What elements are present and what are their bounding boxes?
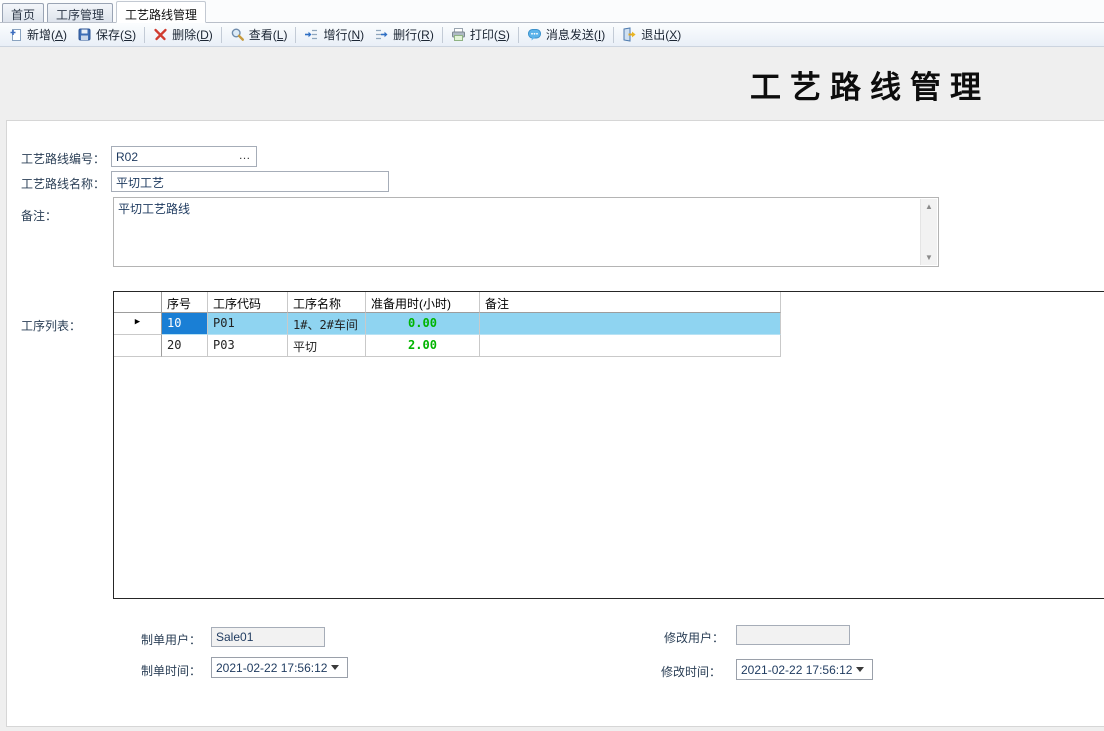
current-row-arrow-icon: ▶ xyxy=(114,313,162,335)
dropdown-arrow-icon[interactable] xyxy=(331,665,339,670)
cell-name[interactable]: 1#、2#车间 xyxy=(288,313,366,335)
modified-at-picker[interactable]: 2021-02-22 17:56:12 xyxy=(736,659,873,680)
toolbar-separator xyxy=(221,27,222,43)
remark-value: 平切工艺路线 xyxy=(118,200,916,217)
toolbar-separator xyxy=(295,27,296,43)
route-no-lookup-button[interactable]: … xyxy=(234,150,256,164)
created-at-value: 2021-02-22 17:56:12 xyxy=(212,661,329,675)
delete-x-icon xyxy=(153,27,168,42)
cell-seq[interactable]: 10 xyxy=(162,313,208,335)
exit-door-icon xyxy=(622,27,637,42)
print-button[interactable]: 打印(S) xyxy=(446,24,515,45)
delete-button[interactable]: 删除(D) xyxy=(148,24,218,45)
route-no-label: 工艺路线编号： xyxy=(21,150,105,167)
cell-code[interactable]: P03 xyxy=(208,335,288,357)
tab-process-management[interactable]: 工序管理 xyxy=(47,3,113,22)
new-document-icon xyxy=(8,27,23,42)
process-list-label: 工序列表： xyxy=(21,317,81,334)
save-button-label: 保存(S) xyxy=(96,26,136,43)
view-button[interactable]: 查看(L) xyxy=(225,24,293,45)
cell-remark[interactable] xyxy=(480,335,781,357)
remark-scrollbar[interactable]: ▲ ▼ xyxy=(920,199,937,265)
modified-by-field[interactable] xyxy=(736,625,850,645)
save-button[interactable]: 保存(S) xyxy=(72,24,141,45)
modified-at-label: 修改时间： xyxy=(661,663,721,680)
message-send-button[interactable]: 消息发送(I) xyxy=(522,24,610,45)
route-name-label: 工艺路线名称： xyxy=(21,175,105,192)
col-header-name[interactable]: 工序名称 xyxy=(288,292,366,313)
message-send-icon xyxy=(527,27,542,42)
remark-field[interactable]: 平切工艺路线 ▲ ▼ xyxy=(113,197,939,267)
add-row-icon xyxy=(304,27,319,42)
print-icon xyxy=(451,27,466,42)
view-button-label: 查看(L) xyxy=(249,26,288,43)
message-send-button-label: 消息发送(I) xyxy=(546,26,605,43)
table-row[interactable]: ▶ 10 P01 1#、2#车间 0.00 xyxy=(114,313,781,335)
dropdown-arrow-icon[interactable] xyxy=(856,667,864,672)
content-panel: 工艺路线编号： R02 … 工艺路线名称： 平切工艺 备注： 平切工艺路线 ▲ … xyxy=(6,120,1104,727)
tab-strip: 首页 工序管理 工艺路线管理 xyxy=(0,0,1104,23)
cell-code[interactable]: P01 xyxy=(208,313,288,335)
save-floppy-icon xyxy=(77,27,92,42)
toolbar-separator xyxy=(144,27,145,43)
table-row[interactable]: 20 P03 平切 2.00 xyxy=(114,335,781,357)
scroll-down-icon[interactable]: ▼ xyxy=(921,253,937,262)
route-no-value: R02 xyxy=(112,150,234,164)
route-no-field[interactable]: R02 … xyxy=(111,146,257,167)
cell-seq[interactable]: 20 xyxy=(162,335,208,357)
delete-button-label: 删除(D) xyxy=(172,26,213,43)
remark-label: 备注： xyxy=(21,207,57,224)
tab-process-route-management[interactable]: 工艺路线管理 xyxy=(116,1,206,23)
row-selector xyxy=(114,335,162,357)
grid-header-row: 序号 工序代码 工序名称 准备用时(小时) 备注 xyxy=(114,292,781,313)
modified-by-label: 修改用户： xyxy=(664,629,724,646)
scroll-up-icon[interactable]: ▲ xyxy=(921,202,937,211)
created-by-field[interactable]: Sale01 xyxy=(211,627,325,647)
col-header-prep[interactable]: 准备用时(小时) xyxy=(366,292,480,313)
created-by-label: 制单用户： xyxy=(141,631,201,648)
add-button-label: 新增(A) xyxy=(27,26,67,43)
created-at-label: 制单时间： xyxy=(141,662,201,679)
cell-remark[interactable] xyxy=(480,313,781,335)
add-row-button-label: 增行(N) xyxy=(323,26,364,43)
process-grid: 序号 工序代码 工序名称 准备用时(小时) 备注 ▶ 10 P01 1#、2#车… xyxy=(113,291,1104,599)
toolbar: 新增(A) 保存(S) 删除(D) 查看(L) 增行(N) 删行(R) 打印(S… xyxy=(0,23,1104,47)
toolbar-separator xyxy=(442,27,443,43)
view-magnifier-icon xyxy=(230,27,245,42)
tab-home[interactable]: 首页 xyxy=(2,3,44,22)
delete-row-icon xyxy=(374,27,389,42)
add-row-button[interactable]: 增行(N) xyxy=(299,24,369,45)
delete-row-button-label: 删行(R) xyxy=(393,26,434,43)
col-header-seq[interactable]: 序号 xyxy=(162,292,208,313)
print-button-label: 打印(S) xyxy=(470,26,510,43)
col-header-code[interactable]: 工序代码 xyxy=(208,292,288,313)
delete-row-button[interactable]: 删行(R) xyxy=(369,24,439,45)
cell-name[interactable]: 平切 xyxy=(288,335,366,357)
exit-button-label: 退出(X) xyxy=(641,26,681,43)
col-header-remark[interactable]: 备注 xyxy=(480,292,781,313)
route-name-field[interactable]: 平切工艺 xyxy=(111,171,389,192)
toolbar-separator xyxy=(613,27,614,43)
page-title: 工艺路线管理 xyxy=(750,62,990,107)
exit-button[interactable]: 退出(X) xyxy=(617,24,686,45)
toolbar-separator xyxy=(518,27,519,43)
modified-at-value: 2021-02-22 17:56:12 xyxy=(737,663,854,677)
cell-prep[interactable]: 2.00 xyxy=(366,335,480,357)
row-selector-header xyxy=(114,292,162,313)
add-button[interactable]: 新增(A) xyxy=(3,24,72,45)
cell-prep[interactable]: 0.00 xyxy=(366,313,480,335)
created-at-picker[interactable]: 2021-02-22 17:56:12 xyxy=(211,657,348,678)
